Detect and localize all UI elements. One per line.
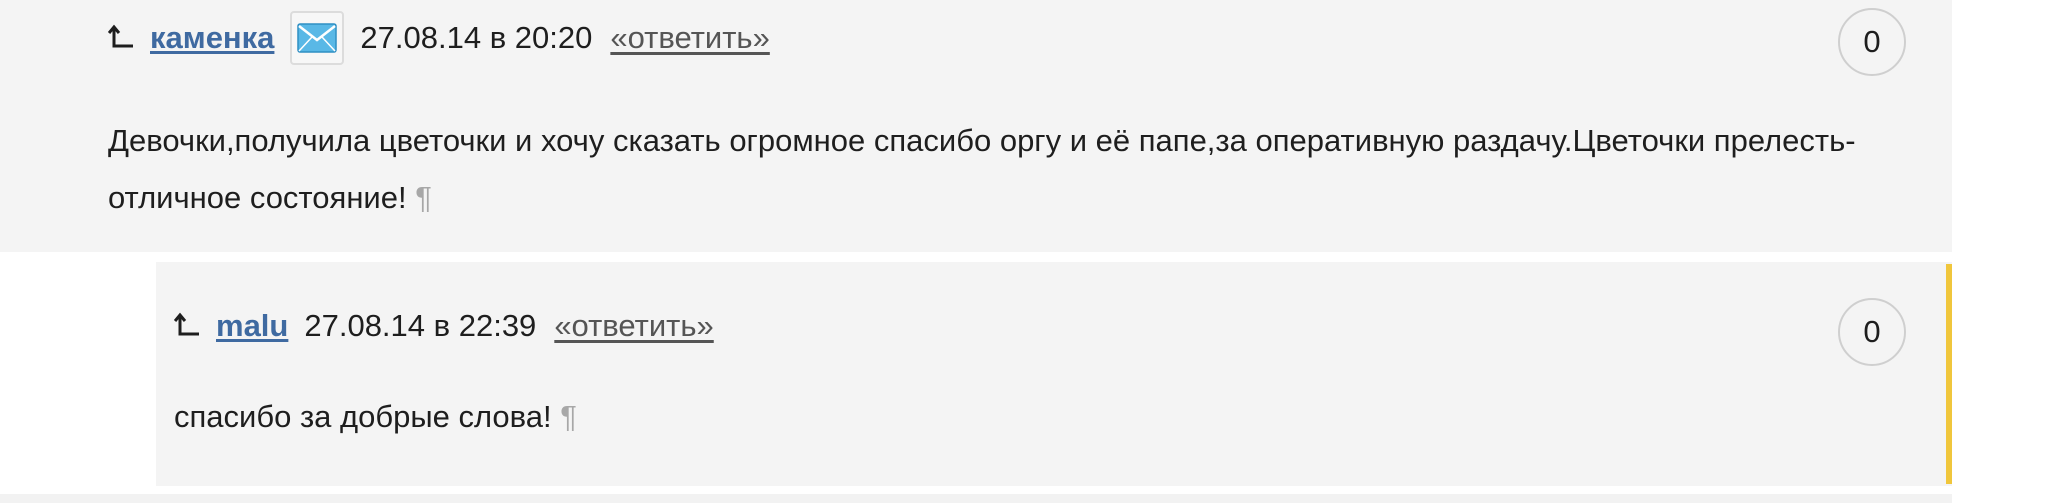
permalink-pilcrow[interactable]: ¶ [560,399,577,434]
comment-text: спасибо за добрые слова! [174,399,552,434]
comment-text: отличное состояние! [108,180,407,215]
comment-timestamp: 27.08.14 в 20:20 [360,20,593,55]
reply-arrow-icon[interactable] [174,312,202,340]
reply-link[interactable]: «ответить» [610,20,769,56]
thread-divider [216,252,1952,262]
comment-text-line-2: отличное состояние! ¶ [108,169,1856,226]
comment-meta: каменка 27.08.14 в 20:20 «ответить» [108,10,770,66]
comment-2: malu 27.08.14 в 22:39 «ответить» 0 спаси… [156,262,1952,486]
author-link[interactable]: malu [216,308,288,344]
next-comment-edge [0,494,1952,503]
reply-accent-bar [1946,264,1952,484]
author-link[interactable]: каменка [150,20,274,56]
comment-timestamp: 27.08.14 в 22:39 [304,308,537,343]
comment-1: каменка 27.08.14 в 20:20 «ответить» 0 Де… [0,0,1952,252]
vote-counter[interactable]: 0 [1838,298,1906,366]
comment-meta: malu 27.08.14 в 22:39 «ответить» [174,298,714,354]
vote-counter[interactable]: 0 [1838,8,1906,76]
comment-body: Девочки,получила цветочки и хочу сказать… [108,112,1856,226]
permalink-pilcrow[interactable]: ¶ [415,180,432,215]
envelope-icon [297,23,338,53]
comment-text-line: Девочки,получила цветочки и хочу сказать… [108,123,1856,158]
mail-button[interactable] [290,11,345,65]
comment-body: спасибо за добрые слова! ¶ [174,388,577,445]
reply-arrow-icon[interactable] [108,24,136,52]
reply-link[interactable]: «ответить» [554,308,713,344]
